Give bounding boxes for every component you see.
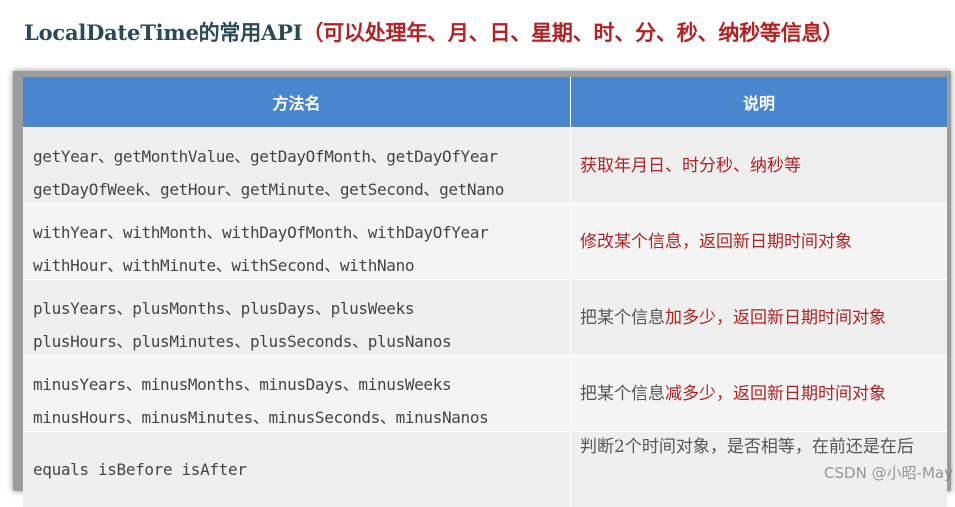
method-cell: plusYears、plusMonths、plusDays、plusWeeks …	[23, 280, 571, 355]
description-text: 判断2个时间对象，是否相等，在前还是在后	[580, 437, 914, 457]
table-row: equals isBefore isAfter 判断2个时间对象，是否相等，在前…	[23, 432, 947, 507]
description-cell: 获取年月日、时分秒、纳秒等	[571, 128, 947, 203]
table-row: getYear、getMonthValue、getDayOfMonth、getD…	[23, 128, 947, 204]
description-text: 把某个信息	[580, 307, 665, 328]
description-text: ，返回新日期时间对象	[716, 383, 886, 404]
description-cell: 修改某个信息，返回新日期时间对象	[571, 204, 947, 279]
title-subtitle: （可以处理年、月、日、星期、时、分、秒、纳秒等信息）	[302, 20, 844, 45]
method-cell: equals isBefore isAfter	[23, 432, 571, 507]
method-cell: minusYears、minusMonths、minusDays、minusWe…	[23, 356, 571, 431]
method-line: plusHours、plusMinutes、plusSeconds、plusNa…	[33, 332, 452, 351]
title-main: LocalDateTime的常用API	[24, 20, 303, 45]
description-text: 修改某个信息，返回新日期时间对象	[580, 231, 852, 252]
method-line: getYear、getMonthValue、getDayOfMonth、getD…	[33, 147, 498, 166]
description-cell: 把某个信息 加多少 ，返回新日期时间对象	[571, 280, 947, 355]
method-line: minusYears、minusMonths、minusDays、minusWe…	[33, 375, 452, 394]
description-cell: 把某个信息 减多少 ，返回新日期时间对象	[571, 356, 947, 431]
description-highlight: 加多少	[665, 307, 716, 328]
method-line: minusHours、minusMinutes、minusSeconds、min…	[33, 408, 489, 427]
method-line: withHour、withMinute、withSecond、withNano	[33, 256, 415, 275]
method-line: plusYears、plusMonths、plusDays、plusWeeks	[33, 299, 415, 318]
description-text: 获取年月日、时分秒、纳秒等	[580, 155, 801, 176]
watermark: CSDN @小昭-May	[824, 464, 953, 482]
description-text: ，返回新日期时间对象	[716, 307, 886, 328]
method-cell: withYear、withMonth、withDayOfMonth、withDa…	[23, 204, 571, 279]
table-row: withYear、withMonth、withDayOfMonth、withDa…	[23, 204, 947, 280]
method-line: withYear、withMonth、withDayOfMonth、withDa…	[33, 223, 489, 242]
page-title: LocalDateTime的常用API（可以处理年、月、日、星期、时、分、秒、纳…	[24, 17, 843, 47]
description-highlight: 减多少	[665, 383, 716, 404]
api-table: 方法名 说明 getYear、getMonthValue、getDayOfMon…	[23, 77, 947, 507]
table-frame: 方法名 说明 getYear、getMonthValue、getDayOfMon…	[13, 71, 951, 507]
method-cell: getYear、getMonthValue、getDayOfMonth、getD…	[23, 128, 571, 203]
table-row: minusYears、minusMonths、minusDays、minusWe…	[23, 356, 947, 432]
method-line: getDayOfWeek、getHour、getMinute、getSecond…	[33, 180, 505, 199]
description-text: 把某个信息	[580, 383, 665, 404]
table-header-row: 方法名 说明	[23, 77, 947, 128]
header-method-name: 方法名	[23, 77, 571, 127]
method-line: equals isBefore isAfter	[33, 460, 247, 479]
header-description: 说明	[742, 94, 775, 113]
table-row: plusYears、plusMonths、plusDays、plusWeeks …	[23, 280, 947, 356]
